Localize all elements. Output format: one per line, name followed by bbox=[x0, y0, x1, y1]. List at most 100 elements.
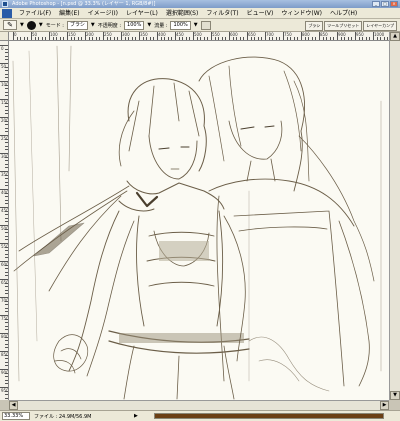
ruler-minor-tick bbox=[225, 37, 227, 40]
ruler-minor-tick bbox=[34, 37, 36, 40]
menu-select[interactable]: 選択範囲(S) bbox=[162, 8, 203, 19]
ruler-minor-tick bbox=[5, 120, 8, 122]
flow-input[interactable]: 100% bbox=[170, 20, 191, 30]
menu-help[interactable]: ヘルプ(H) bbox=[326, 8, 361, 19]
ruler-minor-tick bbox=[340, 37, 342, 40]
ruler-minor-tick bbox=[5, 286, 8, 288]
menu-filter[interactable]: フィルタ(T) bbox=[202, 8, 242, 19]
ruler-minor-tick bbox=[376, 37, 378, 40]
window-controls: _ □ × bbox=[372, 1, 398, 7]
ruler-minor-tick bbox=[5, 163, 8, 165]
ruler-minor-tick bbox=[5, 217, 8, 219]
ruler-minor-tick bbox=[5, 232, 8, 234]
ruler-minor-tick bbox=[124, 37, 126, 40]
progress-bar bbox=[154, 413, 384, 419]
ruler-minor-tick bbox=[5, 300, 8, 302]
ruler-minor-tick bbox=[135, 37, 137, 40]
ruler-minor-tick bbox=[92, 37, 94, 40]
ruler-minor-tick bbox=[5, 167, 8, 169]
photoshop-logo-icon[interactable] bbox=[2, 8, 12, 18]
ruler-minor-tick bbox=[369, 37, 371, 40]
ruler-minor-tick bbox=[290, 37, 292, 40]
front-figure-chest-shading bbox=[159, 241, 209, 261]
ruler-minor-tick bbox=[5, 113, 8, 115]
opacity-input[interactable]: 100% bbox=[124, 20, 145, 30]
scroll-right-icon[interactable]: ▶ bbox=[380, 401, 389, 410]
minimize-button[interactable]: _ bbox=[372, 1, 380, 7]
ruler-minor-tick bbox=[5, 379, 8, 381]
ruler-minor-tick bbox=[5, 199, 8, 201]
panel-tab-layer-comps[interactable]: レイヤーカンプ bbox=[363, 21, 397, 31]
menu-window[interactable]: ウィンドウ(W) bbox=[277, 8, 326, 19]
ruler-minor-tick bbox=[315, 37, 317, 40]
ruler-minor-tick bbox=[203, 37, 205, 40]
brush-size-picker[interactable] bbox=[26, 20, 36, 30]
airbrush-toggle[interactable] bbox=[200, 20, 211, 30]
ruler-minor-tick bbox=[279, 37, 281, 40]
front-figure-eyes bbox=[158, 146, 190, 150]
photoshop-app-icon bbox=[2, 1, 8, 7]
back-figure-hair bbox=[198, 56, 305, 192]
ruler-minor-tick bbox=[74, 37, 76, 40]
ruler-minor-tick bbox=[243, 37, 245, 40]
bottom-scribble bbox=[248, 336, 330, 392]
vertical-scrollbar[interactable]: ▲ ▼ bbox=[389, 32, 400, 400]
scroll-down-icon[interactable]: ▼ bbox=[390, 391, 400, 400]
tool-preset-dropdown-icon[interactable]: ▼ bbox=[20, 22, 24, 28]
menu-file[interactable]: ファイル(F) bbox=[15, 8, 55, 19]
ruler-minor-tick bbox=[5, 318, 8, 320]
scroll-left-icon[interactable]: ◀ bbox=[9, 401, 18, 410]
flow-label: 流量 : bbox=[154, 22, 168, 29]
status-menu-arrow-icon[interactable]: ▶ bbox=[134, 413, 140, 419]
flow-slider-icon[interactable]: ▼ bbox=[194, 22, 198, 28]
ruler-minor-tick bbox=[254, 37, 256, 40]
mode-select[interactable]: ブラシ bbox=[67, 20, 88, 30]
vertical-ruler[interactable]: 0501001502002503003504004505005506006507… bbox=[0, 41, 9, 400]
ruler-minor-tick bbox=[88, 37, 90, 40]
ruler-minor-tick bbox=[207, 37, 209, 40]
back-figure-eye bbox=[240, 125, 275, 130]
front-figure-belt-shading bbox=[119, 333, 244, 343]
horizontal-ruler[interactable]: 0 50 100 150 200 250 300 350 400 450 500 550 600 650 7… bbox=[9, 32, 389, 41]
panel-tab-brushes[interactable]: ブラシ bbox=[305, 21, 324, 31]
menu-image[interactable]: イメージ(I) bbox=[84, 8, 122, 19]
menu-layer[interactable]: レイヤー(L) bbox=[122, 8, 162, 19]
ruler-minor-tick bbox=[142, 37, 144, 40]
maximize-button[interactable]: □ bbox=[381, 1, 389, 7]
ruler-minor-tick bbox=[308, 37, 310, 40]
front-figure-scarf bbox=[13, 185, 130, 292]
panel-tab-tool-presets[interactable]: ツールプリセット bbox=[324, 21, 363, 31]
ruler-minor-tick bbox=[5, 289, 8, 291]
ruler-minor-tick bbox=[23, 37, 25, 40]
zoom-level-input[interactable]: 33.33% bbox=[2, 412, 30, 420]
ruler-minor-tick bbox=[257, 37, 259, 40]
ruler-origin[interactable] bbox=[0, 32, 9, 41]
menu-bar: ファイル(F) 編集(E) イメージ(I) レイヤー(L) 選択範囲(S) フィ… bbox=[0, 8, 400, 19]
mode-dropdown-icon[interactable]: ▼ bbox=[91, 22, 95, 28]
ruler-minor-tick bbox=[5, 84, 8, 86]
tool-preset-picker[interactable]: ✎ bbox=[3, 20, 17, 30]
ruler-minor-tick bbox=[5, 253, 8, 255]
ruler-minor-tick bbox=[5, 322, 8, 324]
ruler-minor-tick bbox=[5, 250, 8, 252]
menu-edit[interactable]: 編集(E) bbox=[55, 8, 83, 19]
ruler-minor-tick bbox=[347, 37, 349, 40]
construction-line bbox=[56, 45, 62, 242]
construction-line bbox=[12, 60, 20, 382]
front-figure-face bbox=[148, 135, 198, 180]
ruler-minor-tick bbox=[5, 59, 8, 61]
horizontal-scrollbar[interactable]: ◀ ▶ bbox=[9, 400, 389, 410]
canvas[interactable] bbox=[9, 41, 389, 400]
ruler-minor-tick bbox=[189, 37, 191, 40]
menu-view[interactable]: ビュー(V) bbox=[243, 8, 278, 19]
ruler-minor-tick bbox=[200, 37, 202, 40]
front-figure-left-arm-inner bbox=[86, 220, 135, 377]
scroll-up-icon[interactable]: ▲ bbox=[390, 32, 400, 41]
close-button[interactable]: × bbox=[390, 1, 398, 7]
ruler-minor-tick bbox=[5, 268, 8, 270]
opacity-slider-icon[interactable]: ▼ bbox=[147, 22, 151, 28]
ruler-minor-tick bbox=[5, 145, 8, 147]
ruler-minor-tick bbox=[128, 37, 130, 40]
brush-dropdown-icon[interactable]: ▼ bbox=[39, 22, 43, 28]
ruler-minor-tick bbox=[185, 37, 187, 40]
